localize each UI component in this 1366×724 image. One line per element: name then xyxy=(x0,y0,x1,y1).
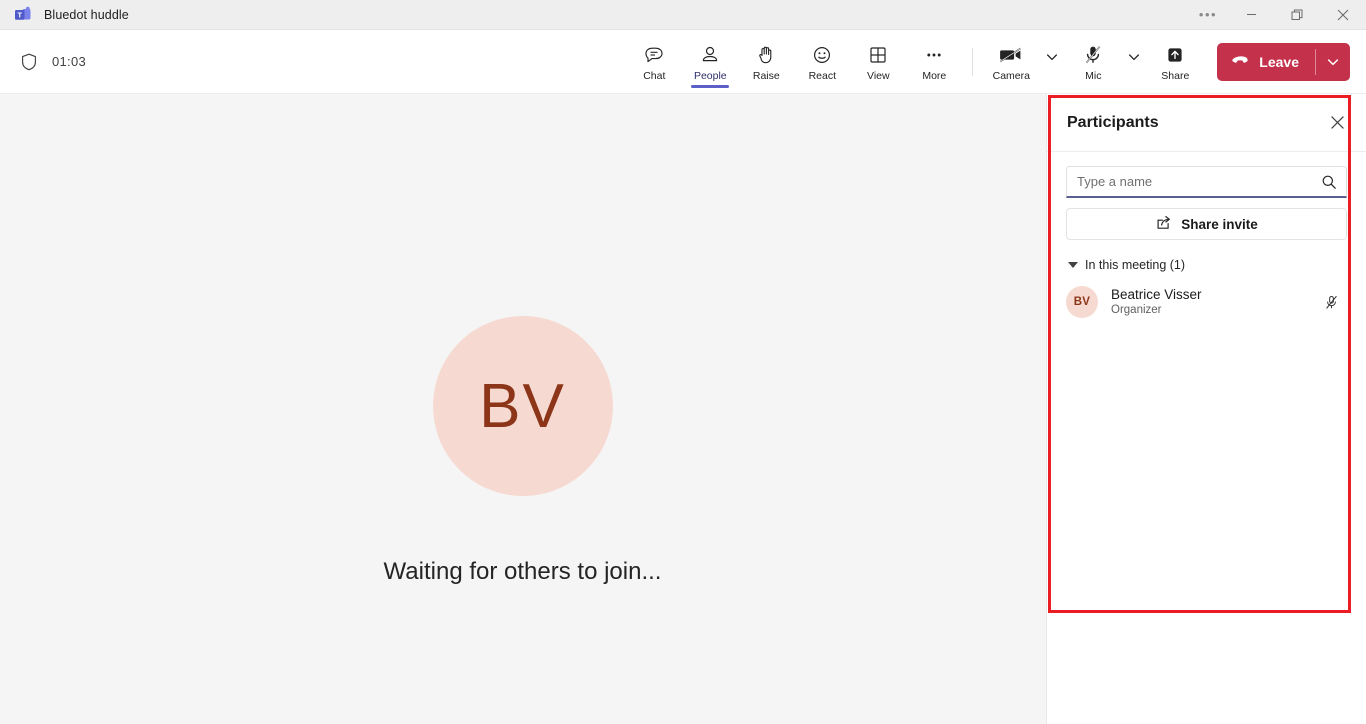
toolbar-item-raise[interactable]: Raise xyxy=(738,30,794,94)
in-this-meeting-section-header[interactable]: In this meeting (1) xyxy=(1066,258,1347,272)
mic-label: Mic xyxy=(1085,70,1102,82)
toolbar-item-more-label: More xyxy=(922,70,947,82)
more-window-options-button[interactable]: ••• xyxy=(1188,0,1228,30)
participants-list: BV Beatrice Visser Organizer xyxy=(1066,280,1347,324)
search-input[interactable] xyxy=(1067,174,1346,189)
toolbar-item-view[interactable]: View xyxy=(850,30,906,94)
leave-button-label: Leave xyxy=(1259,53,1299,70)
avatar: BV xyxy=(1066,286,1098,318)
mic-off-icon xyxy=(1082,43,1104,67)
mic-toggle-button[interactable]: Mic xyxy=(1065,30,1121,94)
mic-off-icon[interactable] xyxy=(1319,290,1343,314)
share-invite-button[interactable]: Share invite xyxy=(1066,208,1347,240)
participant-role: Organizer xyxy=(1111,304,1162,316)
mic-options-chevron-down-icon[interactable] xyxy=(1121,30,1147,94)
toolbar-divider xyxy=(972,47,974,76)
participants-panel-header: Participants xyxy=(1047,94,1366,152)
shield-icon xyxy=(18,51,40,73)
leave-button-group: Leave xyxy=(1217,42,1350,81)
toolbar-item-people-label: People xyxy=(693,70,727,82)
close-icon[interactable] xyxy=(1322,108,1352,138)
toolbar-actions: Chat People Raise React View More Camera… xyxy=(626,30,1366,94)
window-title: Bluedot huddle xyxy=(44,7,129,22)
people-icon xyxy=(699,43,721,67)
meeting-timer: 01:03 xyxy=(52,54,87,69)
leave-options-chevron-down-icon[interactable] xyxy=(1316,43,1350,81)
share-invite-label: Share invite xyxy=(1181,216,1258,232)
share-label: Share xyxy=(1161,70,1190,82)
stage-avatar-initials: BV xyxy=(479,371,566,441)
stage-avatar: BV xyxy=(432,316,613,496)
raise-hand-icon xyxy=(755,43,777,67)
teams-logo-icon: T xyxy=(14,6,32,24)
view-grid-icon xyxy=(867,43,889,67)
teams-meeting-window: T Bluedot huddle ••• 01:03 Chat People R… xyxy=(0,0,1366,724)
window-controls: ••• xyxy=(1188,0,1366,30)
search-icon xyxy=(1321,174,1337,195)
camera-label: Camera xyxy=(992,70,1030,82)
title-bar: T Bluedot huddle ••• xyxy=(0,0,1366,30)
restore-icon[interactable] xyxy=(1274,0,1320,30)
toolbar-item-more[interactable]: More xyxy=(906,30,962,94)
active-tab-indicator xyxy=(691,84,730,88)
waiting-message: Waiting for others to join... xyxy=(383,558,662,585)
in-this-meeting-label: In this meeting (1) xyxy=(1085,258,1186,272)
share-screen-button[interactable]: Share xyxy=(1147,30,1203,94)
participant-meta: Beatrice Visser Organizer xyxy=(1111,286,1202,318)
camera-toggle-button[interactable]: Camera xyxy=(983,30,1039,94)
toolbar-item-react-label: React xyxy=(808,70,837,82)
minimize-icon[interactable] xyxy=(1228,0,1274,30)
participants-panel-body: Share invite In this meeting (1) BV Beat… xyxy=(1047,152,1366,324)
more-ellipsis-icon xyxy=(923,43,945,67)
toolbar-item-view-label: View xyxy=(867,70,890,82)
toolbar-item-chat-label: Chat xyxy=(643,70,666,82)
participant-name: Beatrice Visser xyxy=(1111,287,1202,302)
share-screen-icon xyxy=(1164,43,1186,67)
leave-button[interactable]: Leave xyxy=(1217,43,1315,81)
hang-up-icon xyxy=(1231,53,1251,70)
svg-text:T: T xyxy=(17,10,22,19)
close-icon[interactable] xyxy=(1320,0,1366,30)
toolbar-item-chat[interactable]: Chat xyxy=(626,30,682,94)
participant-search[interactable] xyxy=(1066,166,1347,198)
toolbar-item-raise-label: Raise xyxy=(752,70,780,82)
meeting-toolbar: 01:03 Chat People Raise React View More … xyxy=(0,30,1366,94)
participants-panel: Participants Type a name Share invite In… xyxy=(1046,94,1366,724)
device-controls: Camera Mic Share xyxy=(983,30,1203,94)
list-item[interactable]: BV Beatrice Visser Organizer xyxy=(1066,280,1347,324)
chat-icon xyxy=(643,43,665,67)
share-invite-icon xyxy=(1155,214,1172,234)
camera-off-icon xyxy=(998,43,1024,67)
triangle-down-icon xyxy=(1068,262,1078,268)
toolbar-item-react[interactable]: React xyxy=(794,30,850,94)
panel-title: Participants xyxy=(1067,113,1159,131)
react-smiley-icon xyxy=(811,43,833,67)
camera-options-chevron-down-icon[interactable] xyxy=(1039,30,1065,94)
meeting-stage: BV Waiting for others to join... xyxy=(0,94,1045,724)
toolbar-item-people[interactable]: People xyxy=(682,30,738,94)
